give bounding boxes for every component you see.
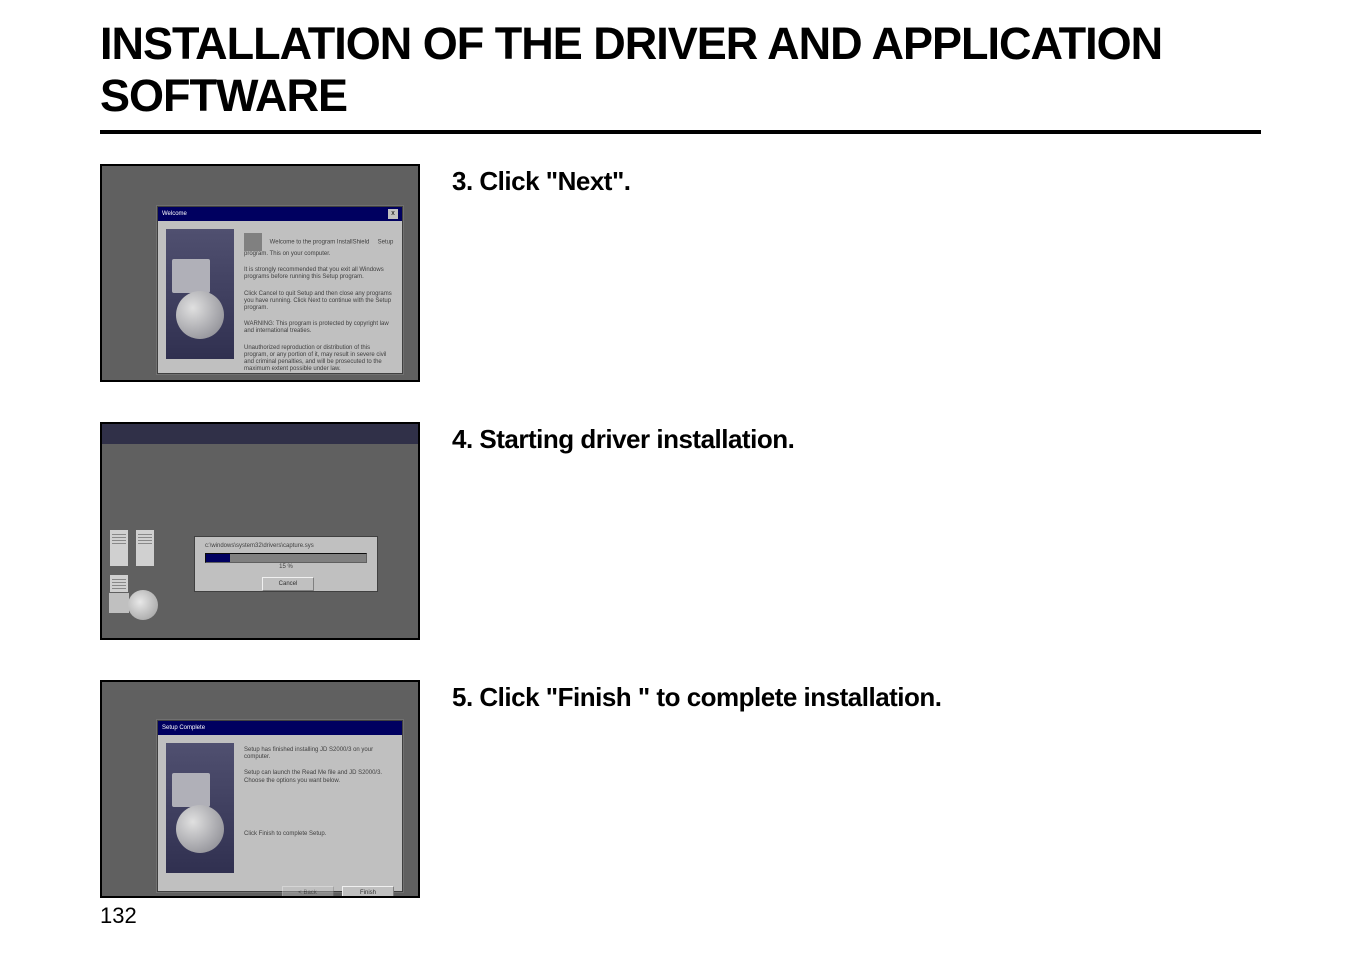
- step-3-screenshot: Welcome x Welcome to the program Install…: [100, 164, 420, 382]
- step-4-row: c:\windows\system32\drivers\capture.sys …: [100, 422, 1261, 640]
- welcome-para-3: WARNING: This program is protected by co…: [244, 321, 394, 335]
- welcome-para-2: Click Cancel to quit Setup and then clos…: [244, 291, 394, 313]
- complete-para-1: Setup has finished installing JD S2000/3…: [244, 747, 394, 761]
- setup-complete-dialog: Setup Complete Setup has finished instal…: [157, 720, 403, 892]
- close-icon[interactable]: x: [388, 209, 398, 219]
- complete-para-2: Setup can launch the Read Me file and JD…: [244, 770, 394, 784]
- welcome-para-1: It is strongly recommended that you exit…: [244, 267, 394, 281]
- setup-icon: [244, 233, 262, 251]
- step-5-screenshot: Setup Complete Setup has finished instal…: [100, 680, 420, 898]
- cd-icon: [128, 590, 158, 620]
- step-3-row: Welcome x Welcome to the program Install…: [100, 164, 1261, 382]
- complete-para-3: Click Finish to complete Setup.: [244, 831, 394, 838]
- dialog-content: Setup has finished installing JD S2000/3…: [244, 743, 394, 873]
- step-4-text: 4. Starting driver installation.: [452, 422, 794, 455]
- finish-button[interactable]: Finish: [342, 886, 394, 898]
- setup-sidebar-graphic: [166, 743, 234, 873]
- dialog-title: Welcome: [162, 211, 187, 217]
- dialog-title: Setup Complete: [162, 725, 205, 731]
- step-5-row: Setup Complete Setup has finished instal…: [100, 680, 1261, 898]
- step-5-text: 5. Click "Finish " to complete installat…: [452, 680, 942, 713]
- page-number: 132: [100, 903, 137, 929]
- back-button: < Back: [282, 886, 334, 898]
- page-title: INSTALLATION OF THE DRIVER AND APPLICATI…: [100, 18, 1261, 122]
- dialog-titlebar: Setup Complete: [158, 721, 402, 735]
- step-4-screenshot: c:\windows\system32\drivers\capture.sys …: [100, 422, 420, 640]
- box-icon: [109, 529, 129, 567]
- progress-bar-fill: [206, 554, 230, 562]
- install-disk-graphic: [108, 528, 178, 628]
- cancel-button[interactable]: Cancel: [262, 577, 314, 591]
- progress-file-label: c:\windows\system32\drivers\capture.sys: [205, 543, 367, 549]
- welcome-dialog: Welcome x Welcome to the program Install…: [157, 206, 403, 374]
- dialog-body: Welcome to the program InstallShield Set…: [158, 221, 402, 382]
- dialog-content: Welcome to the program InstallShield Set…: [244, 229, 394, 382]
- progress-dialog: c:\windows\system32\drivers\capture.sys …: [194, 536, 378, 592]
- floppy-icon: [108, 592, 130, 614]
- dialog-titlebar: Welcome x: [158, 207, 402, 221]
- progress-percent: 15 %: [205, 564, 367, 570]
- dialog-body: Setup has finished installing JD S2000/3…: [158, 735, 402, 881]
- box-icon: [135, 529, 155, 567]
- setup-sidebar-graphic: [166, 229, 234, 359]
- welcome-heading-left: Welcome to the program InstallShield: [270, 240, 370, 246]
- desktop-taskbar: [102, 424, 418, 444]
- progress-bar: [205, 553, 367, 563]
- title-divider: [100, 130, 1261, 134]
- welcome-para-4: Unauthorized reproduction or distributio…: [244, 345, 394, 374]
- step-3-text: 3. Click "Next".: [452, 164, 631, 197]
- dialog-button-row: < Back Finish: [158, 881, 402, 898]
